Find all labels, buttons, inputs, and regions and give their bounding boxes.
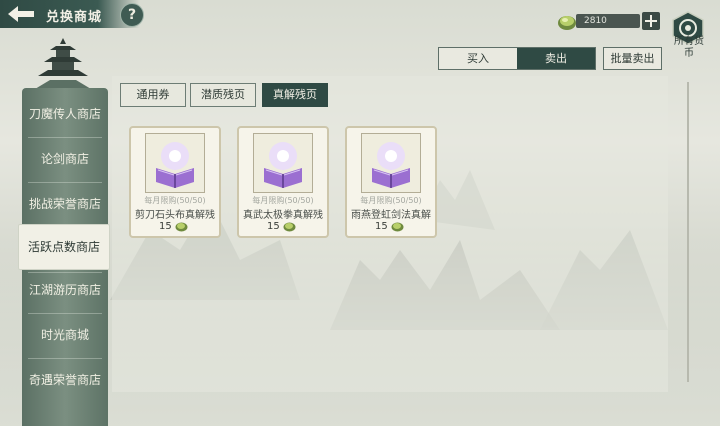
currency-display: 2810 (556, 10, 662, 32)
item-name: 雨燕登虹剑法真解 (351, 210, 431, 221)
back-arrow-icon[interactable] (4, 3, 38, 25)
tab-potential-fragments[interactable]: 潜质残页 (190, 83, 256, 107)
jade-coin-icon (283, 222, 296, 232)
sidebar-item-daomo-shop[interactable]: 刀魔传人商店 (22, 92, 108, 136)
tab-true-essence-fragments[interactable]: 真解残页 (262, 83, 328, 107)
sidebar-item-adventure-honor-shop[interactable]: 奇遇荣誉商店 (22, 358, 108, 402)
sidebar-item-jianghu-travel-shop[interactable]: 江湖游历商店 (22, 268, 108, 312)
help-button[interactable]: ? (120, 3, 144, 27)
purchase-limit-text: 每月限购(50/50) (252, 196, 314, 205)
purchase-limit-text: 每月限购(50/50) (360, 196, 422, 205)
pagoda-tower-icon (30, 38, 96, 92)
item-price: 15 (267, 221, 280, 232)
add-currency-button[interactable] (642, 12, 660, 30)
item-name: 剪刀石头布真解残 (135, 210, 215, 221)
item-name: 真武太极拳真解残 (243, 210, 323, 221)
shop-main-panel: 通用券 潜质残页 真解残页 每月限购(50/50) 剪刀石头布真解残 15 每月… (112, 76, 668, 392)
sidebar-panel: 刀魔传人商店 论剑商店 挑战荣誉商店 活跃点数商店 江湖游历商店 时光商城 奇遇… (18, 88, 110, 426)
shop-item-card[interactable]: 每月限购(50/50) 雨燕登虹剑法真解 15 (345, 126, 437, 238)
purchase-limit-text: 每月限购(50/50) (144, 196, 206, 205)
bulk-sell-button[interactable]: 批量卖出 (603, 47, 662, 70)
right-scroll-rail (687, 82, 689, 382)
purple-book-icon (361, 133, 421, 193)
jade-coin-icon (175, 222, 188, 232)
jade-coin-icon (391, 222, 404, 232)
all-currency-label: 所有货币 (674, 36, 704, 59)
sidebar-item-challenge-honor-shop[interactable]: 挑战荣誉商店 (22, 182, 108, 226)
all-currency-button[interactable]: 所有货币 (666, 10, 710, 82)
trade-mode-tabs: 买入 卖出 (438, 47, 596, 70)
purple-book-icon (145, 133, 205, 193)
sidebar-item-activity-points-shop[interactable]: 活跃点数商店 (18, 224, 110, 270)
item-price: 15 (375, 221, 388, 232)
sidebar-item-time-mall[interactable]: 时光商城 (22, 313, 108, 357)
purple-book-icon (253, 133, 313, 193)
shop-item-card[interactable]: 每月限购(50/50) 剪刀石头布真解残 15 (129, 126, 221, 238)
tab-sell[interactable]: 卖出 (517, 48, 595, 69)
page-title: 兑换商城 (46, 10, 103, 25)
item-price: 15 (159, 221, 172, 232)
sidebar-item-lunjian-shop[interactable]: 论剑商店 (22, 137, 108, 181)
jade-coin-icon (558, 16, 576, 30)
tab-buy[interactable]: 买入 (439, 48, 517, 69)
shop-item-card[interactable]: 每月限购(50/50) 真武太极拳真解残 15 (237, 126, 329, 238)
tab-general-voucher[interactable]: 通用券 (120, 83, 186, 107)
shop-sidebar: 刀魔传人商店 论剑商店 挑战荣誉商店 活跃点数商店 江湖游历商店 时光商城 奇遇… (18, 36, 110, 426)
currency-amount: 2810 (584, 16, 607, 26)
